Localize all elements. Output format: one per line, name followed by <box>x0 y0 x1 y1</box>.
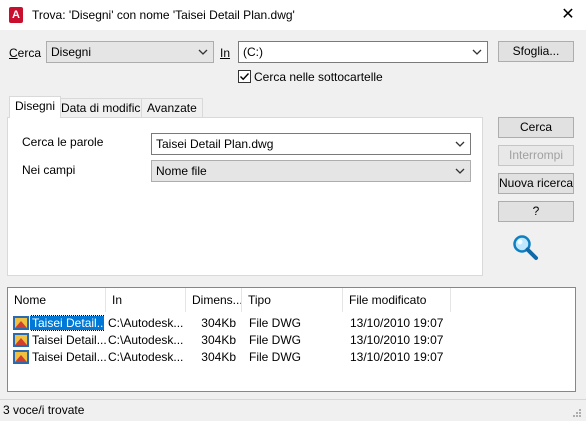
chevron-down-icon <box>454 165 466 177</box>
tab-avanzate[interactable]: Avanzate <box>141 98 203 118</box>
checkmark-icon <box>240 73 250 81</box>
status-text: 3 voce/i trovate <box>3 403 85 417</box>
in-label-text: In <box>220 46 231 60</box>
file-path: C:\Autodesk... <box>108 316 183 330</box>
magnifier-icon <box>511 233 539 261</box>
words-value: Taisei Detail Plan.dwg <box>156 137 274 151</box>
browse-button[interactable]: Sfoglia... <box>498 41 574 62</box>
search-button[interactable]: Cerca <box>498 117 574 138</box>
file-type: File DWG <box>249 350 301 364</box>
file-size: 304Kb <box>201 316 236 330</box>
results-list[interactable]: Nome In Dimens... Tipo File modificato T… <box>7 287 576 392</box>
table-row[interactable]: Taisei Detail... C:\Autodesk... 304Kb Fi… <box>8 315 575 332</box>
dwg-file-icon <box>13 316 29 330</box>
subfolders-checkbox[interactable] <box>238 70 251 83</box>
in-dropdown[interactable]: (C:) <box>238 41 488 63</box>
cerca-value: Disegni <box>51 45 92 59</box>
column-header-nome[interactable]: Nome <box>8 288 106 312</box>
fields-dropdown[interactable]: Nome file <box>151 160 471 182</box>
table-row[interactable]: Taisei Detail... C:\Autodesk... 304Kb Fi… <box>8 349 575 366</box>
tab-data-di-modifica[interactable]: Data di modifica <box>55 98 154 118</box>
status-bar: 3 voce/i trovate <box>0 399 586 420</box>
file-name: Taisei Detail... <box>30 315 104 331</box>
table-row[interactable]: Taisei Detail... C:\Autodesk... 304Kb Fi… <box>8 332 575 349</box>
in-value: (C:) <box>243 45 263 59</box>
file-modified: 13/10/2010 19:07 <box>350 316 444 330</box>
words-label: Cerca le parole <box>22 135 104 149</box>
dwg-file-icon <box>13 333 29 347</box>
dwg-file-icon <box>13 350 29 364</box>
fields-label: Nei campi <box>22 163 76 177</box>
fields-value: Nome file <box>156 164 207 178</box>
file-type: File DWG <box>249 333 301 347</box>
help-button[interactable]: ? <box>498 201 574 222</box>
chevron-down-icon <box>471 46 483 58</box>
window-title: Trova: 'Disegni' con nome 'Taisei Detail… <box>32 8 295 22</box>
file-size: 304Kb <box>201 350 236 364</box>
file-name: Taisei Detail... <box>32 350 106 364</box>
cerca-label: Cerca <box>9 46 42 60</box>
column-header-in[interactable]: In <box>106 288 186 312</box>
cerca-dropdown[interactable]: Disegni <box>46 41 214 63</box>
new-search-button[interactable]: Nuova ricerca <box>498 173 574 194</box>
file-name: Taisei Detail... <box>32 333 106 347</box>
file-path: C:\Autodesk... <box>108 333 183 347</box>
chevron-down-icon <box>197 46 209 58</box>
file-path: C:\Autodesk... <box>108 350 183 364</box>
words-dropdown[interactable]: Taisei Detail Plan.dwg <box>151 133 471 155</box>
tab-disegni[interactable]: Disegni <box>9 96 62 118</box>
title-bar: A Trova: 'Disegni' con nome 'Taisei Deta… <box>0 0 586 30</box>
column-header-file-modificato[interactable]: File modificato <box>343 288 451 312</box>
in-label: In <box>220 46 230 60</box>
file-size: 304Kb <box>201 333 236 347</box>
file-modified: 13/10/2010 19:07 <box>350 350 444 364</box>
cerca-label-rest: erca <box>17 46 42 60</box>
autocad-app-icon: A <box>9 7 23 23</box>
column-header-dimensione[interactable]: Dimens... <box>186 288 242 312</box>
file-modified: 13/10/2010 19:07 <box>350 333 444 347</box>
stop-button[interactable]: Interrompi <box>498 145 574 166</box>
column-header-tipo[interactable]: Tipo <box>242 288 343 312</box>
chevron-down-icon <box>454 138 466 150</box>
file-type: File DWG <box>249 316 301 330</box>
resize-grip-icon[interactable] <box>572 407 582 421</box>
close-icon[interactable]: ✕ <box>556 4 580 26</box>
subfolders-label[interactable]: Cerca nelle sottocartelle <box>254 70 383 84</box>
